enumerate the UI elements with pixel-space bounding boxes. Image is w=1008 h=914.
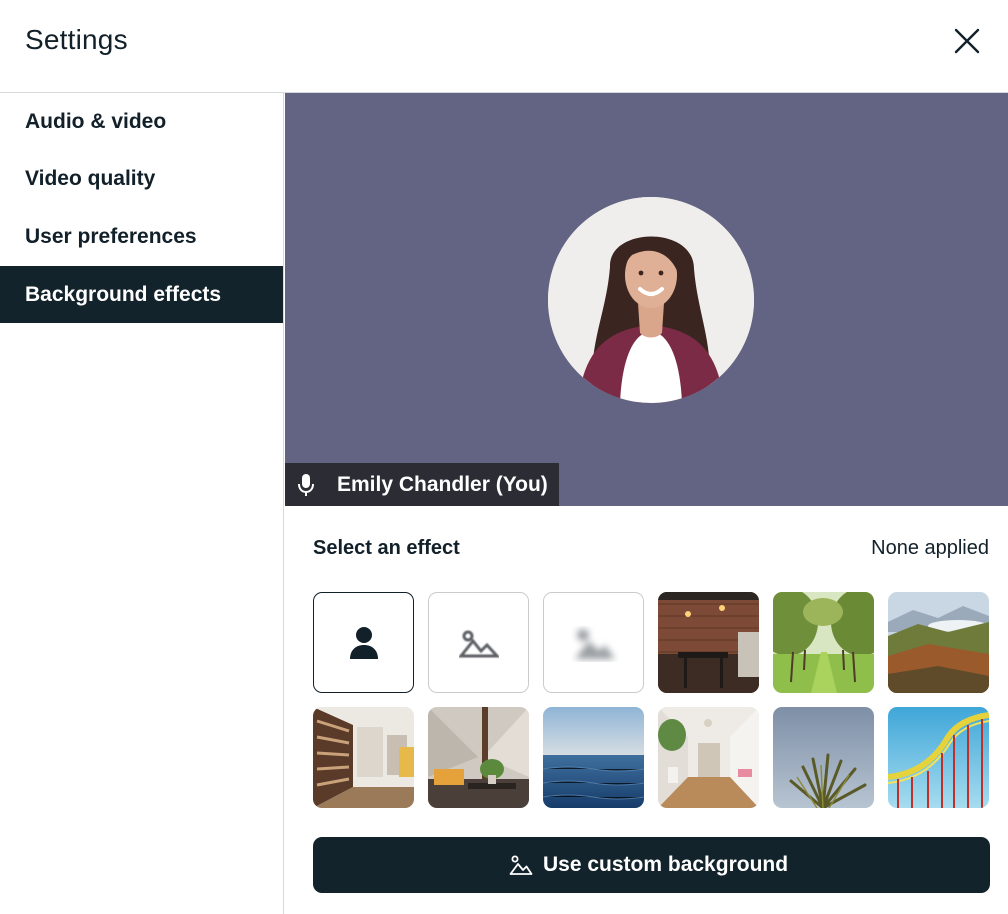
person-icon	[349, 626, 379, 660]
participant-name-tag: Emily Chandler (You)	[285, 463, 559, 506]
mountains-icon	[459, 629, 499, 659]
background-tree-alley[interactable]	[773, 592, 874, 693]
use-custom-background-button[interactable]: Use custom background	[313, 837, 990, 893]
effects-label: Select an effect	[313, 537, 460, 559]
page-title: Settings	[25, 24, 128, 55]
avatar	[548, 197, 754, 403]
sidebar-item-user-preferences[interactable]: User preferences	[0, 208, 283, 265]
settings-header: Settings	[0, 0, 1008, 93]
custom-background-label: Use custom background	[543, 853, 789, 876]
background-ocean[interactable]	[543, 707, 644, 808]
sidebar-item-background-effects[interactable]: Background effects	[0, 266, 283, 323]
background-white-hallway[interactable]	[658, 707, 759, 808]
microphone-icon	[297, 473, 315, 497]
sidebar-item-audio-video[interactable]: Audio & video	[0, 93, 283, 150]
mountains-icon	[509, 854, 533, 876]
effect-strong-blur-tile[interactable]	[543, 592, 644, 693]
sidebar-item-video-quality[interactable]: Video quality	[0, 150, 283, 207]
background-mountain-valley[interactable]	[888, 592, 989, 693]
participant-name: Emily Chandler (You)	[337, 473, 548, 496]
effects-status: None applied	[871, 537, 989, 559]
effect-blur-tile[interactable]	[428, 592, 529, 693]
video-preview: Emily Chandler (You)	[285, 93, 1008, 506]
close-icon[interactable]	[952, 26, 982, 56]
background-brick-cafe[interactable]	[658, 592, 759, 693]
effect-none-tile[interactable]	[313, 592, 414, 693]
background-living-room[interactable]	[428, 707, 529, 808]
background-roller-coaster[interactable]	[888, 707, 989, 808]
background-palm-sky[interactable]	[773, 707, 874, 808]
blurred-mountains-icon	[569, 623, 619, 665]
background-library[interactable]	[313, 707, 414, 808]
settings-sidebar: Audio & video Video quality User prefere…	[0, 93, 284, 914]
effects-panel: Select an effect None applied Use custom…	[285, 506, 1008, 914]
